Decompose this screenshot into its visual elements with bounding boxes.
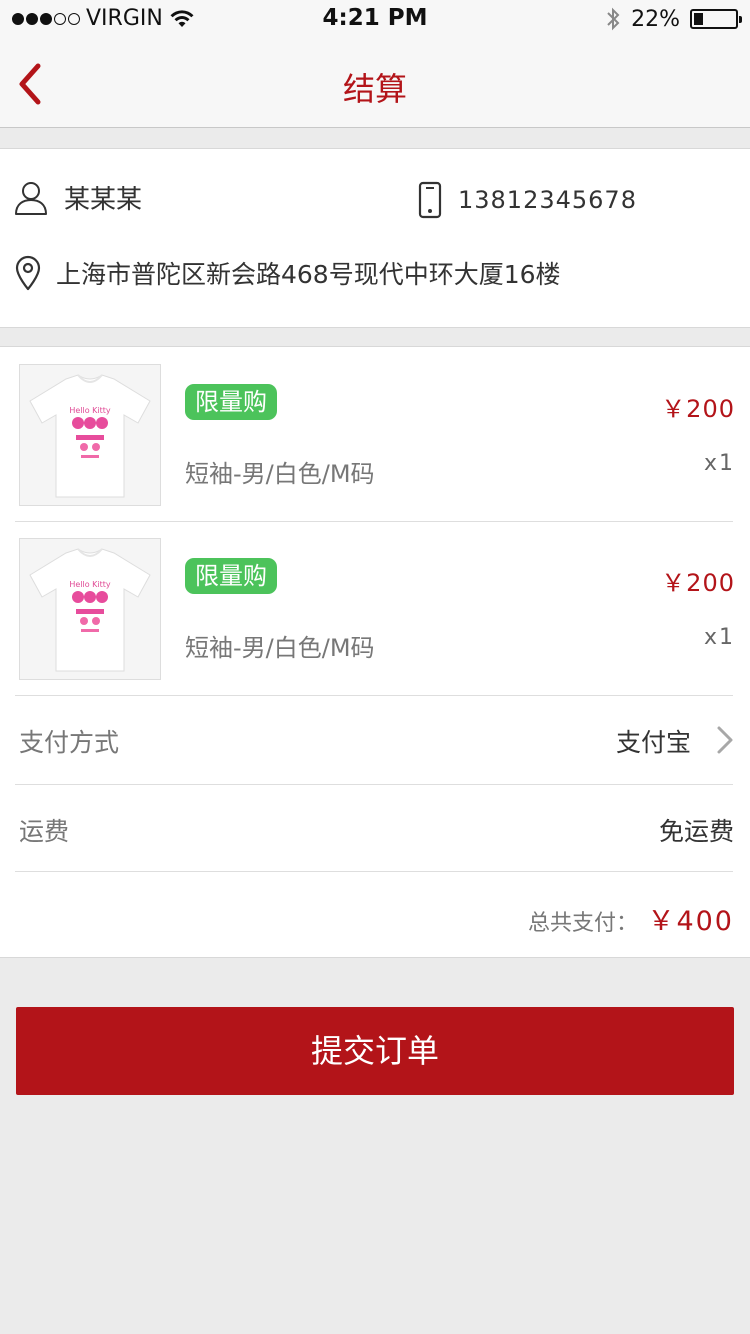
payment-method-row[interactable]: 支付方式 支付宝 — [0, 695, 750, 783]
battery-level-fill — [694, 13, 703, 25]
product-image: Hello Kitty — [19, 364, 161, 506]
chevron-right-icon — [717, 726, 733, 754]
divider — [15, 871, 733, 872]
order-panel: Hello Kitty 限量购 短袖-男/白色/M码 ￥200 x1 Hello… — [0, 346, 750, 958]
battery-percent: 22% — [631, 6, 680, 32]
product-spec: 短袖-男/白色/M码 — [185, 634, 375, 662]
product-price: ￥200 — [661, 395, 735, 423]
phone-row: 13812345678 — [418, 181, 637, 219]
shipping-row: 运费 免运费 — [0, 784, 750, 872]
product-quantity: x1 — [703, 625, 735, 650]
product-spec: 短袖-男/白色/M码 — [185, 460, 375, 488]
status-bar: VIRGIN 4:21 PM 22% — [0, 0, 750, 40]
shipping-value: 免运费 — [658, 817, 734, 846]
shipping-label: 运费 — [19, 817, 70, 846]
submit-order-button[interactable]: 提交订单 — [16, 1007, 734, 1095]
address-card[interactable]: 某某某 13812345678 上海市普陀区新会路468号现代中环大厦16楼 — [0, 148, 750, 328]
product-item[interactable]: Hello Kitty 限量购 短袖-男/白色/M码 ￥200 x1 — [0, 521, 750, 695]
payment-method-label: 支付方式 — [19, 728, 120, 757]
battery-icon — [690, 9, 742, 29]
product-price: ￥200 — [661, 569, 735, 597]
phone-number: 13812345678 — [458, 186, 637, 214]
status-right-group: 22% — [605, 6, 742, 32]
product-item[interactable]: Hello Kitty 限量购 短袖-男/白色/M码 ￥200 x1 — [0, 347, 750, 521]
recipient-name-row: 某某某 — [14, 179, 142, 216]
navigation-bar: 结算 — [0, 40, 750, 128]
svg-text:Hello Kitty: Hello Kitty — [69, 580, 111, 589]
total-row: 总共支付： ￥400 — [0, 889, 750, 945]
limited-purchase-badge: 限量购 — [185, 558, 277, 594]
address-text: 上海市普陀区新会路468号现代中环大厦16楼 — [56, 260, 561, 289]
phone-icon — [418, 181, 442, 219]
total-label: 总共支付： — [527, 911, 638, 936]
bluetooth-icon — [607, 7, 620, 31]
svg-text:Hello Kitty: Hello Kitty — [69, 406, 111, 415]
person-icon — [15, 181, 47, 215]
recipient-name: 某某某 — [64, 185, 143, 215]
limited-purchase-badge: 限量购 — [185, 384, 277, 420]
page-title: 结算 — [342, 70, 407, 108]
payment-method-value: 支付宝 — [615, 728, 691, 757]
total-amount: ￥400 — [647, 906, 734, 937]
address-row: 上海市普陀区新会路468号现代中环大厦16楼 — [14, 255, 561, 291]
product-quantity: x1 — [703, 451, 735, 476]
location-pin-icon — [15, 255, 41, 291]
product-image: Hello Kitty — [19, 538, 161, 680]
